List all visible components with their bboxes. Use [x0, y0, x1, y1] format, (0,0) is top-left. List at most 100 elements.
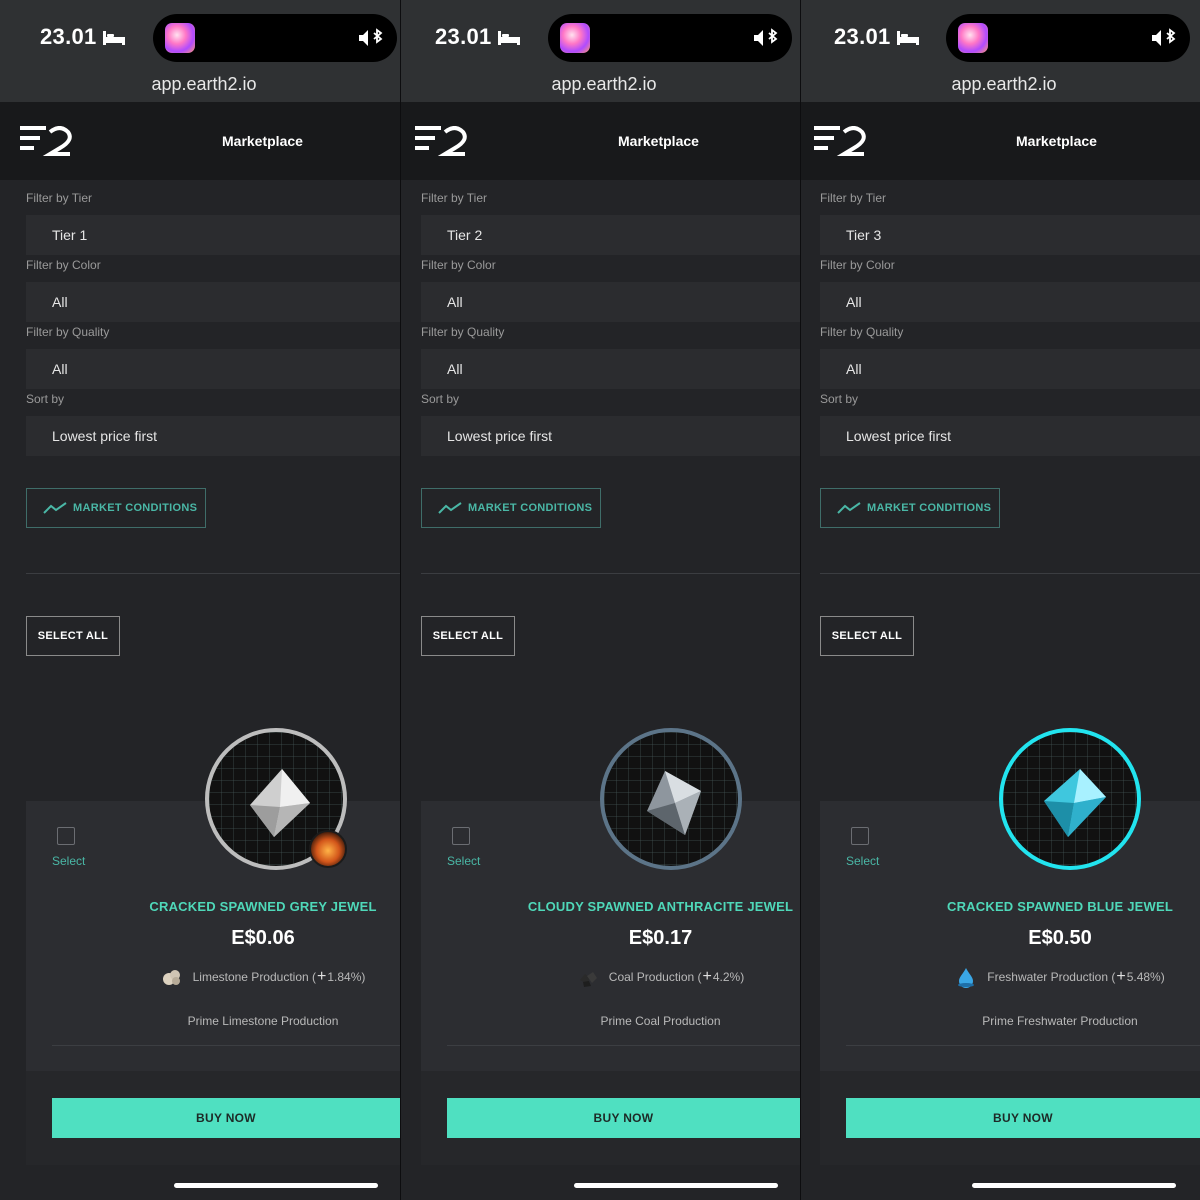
- quality-filter-label: Filter by Quality: [26, 325, 110, 339]
- coal-icon: [579, 972, 597, 987]
- anthracite-jewel-icon: [647, 771, 701, 835]
- quality-filter-label: Filter by Quality: [421, 325, 505, 339]
- phone-screen-tier-2: 23.01 app.earth2.io Marketplace Filter b…: [400, 0, 800, 1200]
- tier-select[interactable]: Tier 1: [26, 215, 400, 255]
- color-select[interactable]: All: [421, 282, 800, 322]
- boost-value: 5.48%): [1126, 970, 1165, 984]
- buy-now-button[interactable]: BUY NOW: [447, 1098, 800, 1138]
- buy-now-button[interactable]: BUY NOW: [52, 1098, 400, 1138]
- bed-icon: [897, 31, 919, 45]
- quality-filter-label: Filter by Quality: [820, 325, 904, 339]
- app-icon[interactable]: [958, 23, 988, 53]
- url-bar[interactable]: app.earth2.io: [400, 74, 800, 95]
- grey-jewel-icon: [250, 769, 310, 837]
- url-bar[interactable]: app.earth2.io: [0, 74, 400, 95]
- speaker-bluetooth-icon: [1152, 28, 1176, 46]
- status-bar: 23.01 app.earth2.io: [800, 0, 1200, 102]
- limestone-icon: [162, 970, 180, 985]
- market-conditions-button[interactable]: MARKET CONDITIONS: [26, 488, 206, 528]
- color-filter-label: Filter by Color: [26, 258, 101, 272]
- prime-production: Prime Limestone Production: [187, 1014, 339, 1028]
- quality-select[interactable]: All: [421, 349, 800, 389]
- sort-label: Sort by: [26, 392, 65, 406]
- sort-label: Sort by: [421, 392, 460, 406]
- color-select[interactable]: All: [26, 282, 400, 322]
- tier-filter-label: Filter by Tier: [421, 191, 488, 205]
- divider: [820, 573, 1200, 574]
- market-conditions-button[interactable]: MARKET CONDITIONS: [820, 488, 1000, 528]
- status-bar: 23.01 app.earth2.io: [400, 0, 800, 102]
- top-nav: Marketplace: [0, 102, 400, 180]
- sort-label: Sort by: [820, 392, 859, 406]
- jewel-price: E$0.50: [1028, 927, 1092, 949]
- url-bar[interactable]: app.earth2.io: [800, 74, 1200, 95]
- earth2-logo[interactable]: [20, 126, 72, 158]
- owner-avatar[interactable]: [309, 830, 347, 868]
- home-indicator[interactable]: [174, 1183, 378, 1188]
- production-boost: Limestone Production (+1.84%): [26, 966, 400, 988]
- card-divider: [846, 1045, 1200, 1046]
- sort-select[interactable]: Lowest price first: [421, 416, 800, 456]
- plus-icon: +: [1116, 968, 1126, 985]
- home-indicator[interactable]: [972, 1183, 1176, 1188]
- tier-select[interactable]: Tier 3: [820, 215, 1200, 255]
- select-checkbox[interactable]: [452, 827, 470, 845]
- select-all-button[interactable]: SELECT ALL: [820, 616, 914, 656]
- select-all-button[interactable]: SELECT ALL: [26, 616, 120, 656]
- color-filter-label: Filter by Color: [421, 258, 496, 272]
- freshwater-icon: [958, 968, 975, 988]
- status-time: 23.01: [40, 24, 97, 49]
- prime-production: Prime Coal Production: [600, 1014, 721, 1028]
- blue-jewel-icon: [1044, 769, 1106, 837]
- jewel-name: CRACKED SPAWNED GREY JEWEL: [149, 899, 377, 914]
- divider: [421, 573, 800, 574]
- buy-now-button[interactable]: BUY NOW: [846, 1098, 1200, 1138]
- select-label[interactable]: Select: [846, 854, 879, 868]
- speaker-bluetooth-icon: [359, 28, 383, 46]
- earth2-logo[interactable]: [415, 126, 467, 158]
- color-select[interactable]: All: [820, 282, 1200, 322]
- trend-line-icon: [438, 502, 462, 514]
- boost-text: Coal Production (: [608, 970, 702, 984]
- jewel-name: CLOUDY SPAWNED ANTHRACITE JEWEL: [527, 899, 794, 914]
- market-conditions-button[interactable]: MARKET CONDITIONS: [421, 488, 601, 528]
- select-checkbox[interactable]: [851, 827, 869, 845]
- tier-select[interactable]: Tier 2: [421, 215, 800, 255]
- boost-value: 1.84%): [327, 970, 366, 984]
- jewel-card: Select CLOUDY SPAWNED ANTHRACITE JEWEL E…: [421, 801, 800, 1165]
- dynamic-island[interactable]: [153, 14, 397, 62]
- panel-separator: [400, 0, 401, 1200]
- app-icon[interactable]: [165, 23, 195, 53]
- sort-select[interactable]: Lowest price first: [820, 416, 1200, 456]
- bed-icon: [498, 31, 520, 45]
- production-boost: Coal Production (+4.2%): [421, 966, 800, 988]
- select-label[interactable]: Select: [447, 854, 480, 868]
- market-conditions-label: MARKET CONDITIONS: [468, 502, 593, 514]
- jewel-card: Select CRACKED SPAWNED BLUE JEWEL E$0.50…: [820, 801, 1200, 1165]
- plus-icon: +: [702, 968, 712, 985]
- page-title: Marketplace: [1016, 133, 1097, 149]
- sort-select[interactable]: Lowest price first: [26, 416, 400, 456]
- dynamic-island[interactable]: [946, 14, 1190, 62]
- select-all-button[interactable]: SELECT ALL: [421, 616, 515, 656]
- home-indicator[interactable]: [574, 1183, 778, 1188]
- select-label[interactable]: Select: [52, 854, 85, 868]
- speaker-bluetooth-icon: [754, 28, 778, 46]
- quality-select[interactable]: All: [26, 349, 400, 389]
- triptych-screenshot: 23.01 app.earth2.io Marketplace Filter b…: [0, 0, 1200, 1200]
- jewel-name: CRACKED SPAWNED BLUE JEWEL: [947, 899, 1173, 914]
- app-icon[interactable]: [560, 23, 590, 53]
- boost-value: 4.2%): [712, 970, 745, 984]
- tier-filter-label: Filter by Tier: [26, 191, 93, 205]
- status-time: 23.01: [834, 24, 891, 49]
- quality-select[interactable]: All: [820, 349, 1200, 389]
- plus-icon: +: [317, 968, 327, 985]
- top-nav: Marketplace: [800, 102, 1200, 180]
- card-footer: BUY NOW: [26, 1071, 400, 1165]
- jewel-image-ring[interactable]: [999, 728, 1141, 870]
- jewel-image-ring[interactable]: [600, 728, 742, 870]
- phone-screen-tier-1: 23.01 app.earth2.io Marketplace Filter b…: [0, 0, 400, 1200]
- earth2-logo[interactable]: [814, 126, 866, 158]
- select-checkbox[interactable]: [57, 827, 75, 845]
- dynamic-island[interactable]: [548, 14, 792, 62]
